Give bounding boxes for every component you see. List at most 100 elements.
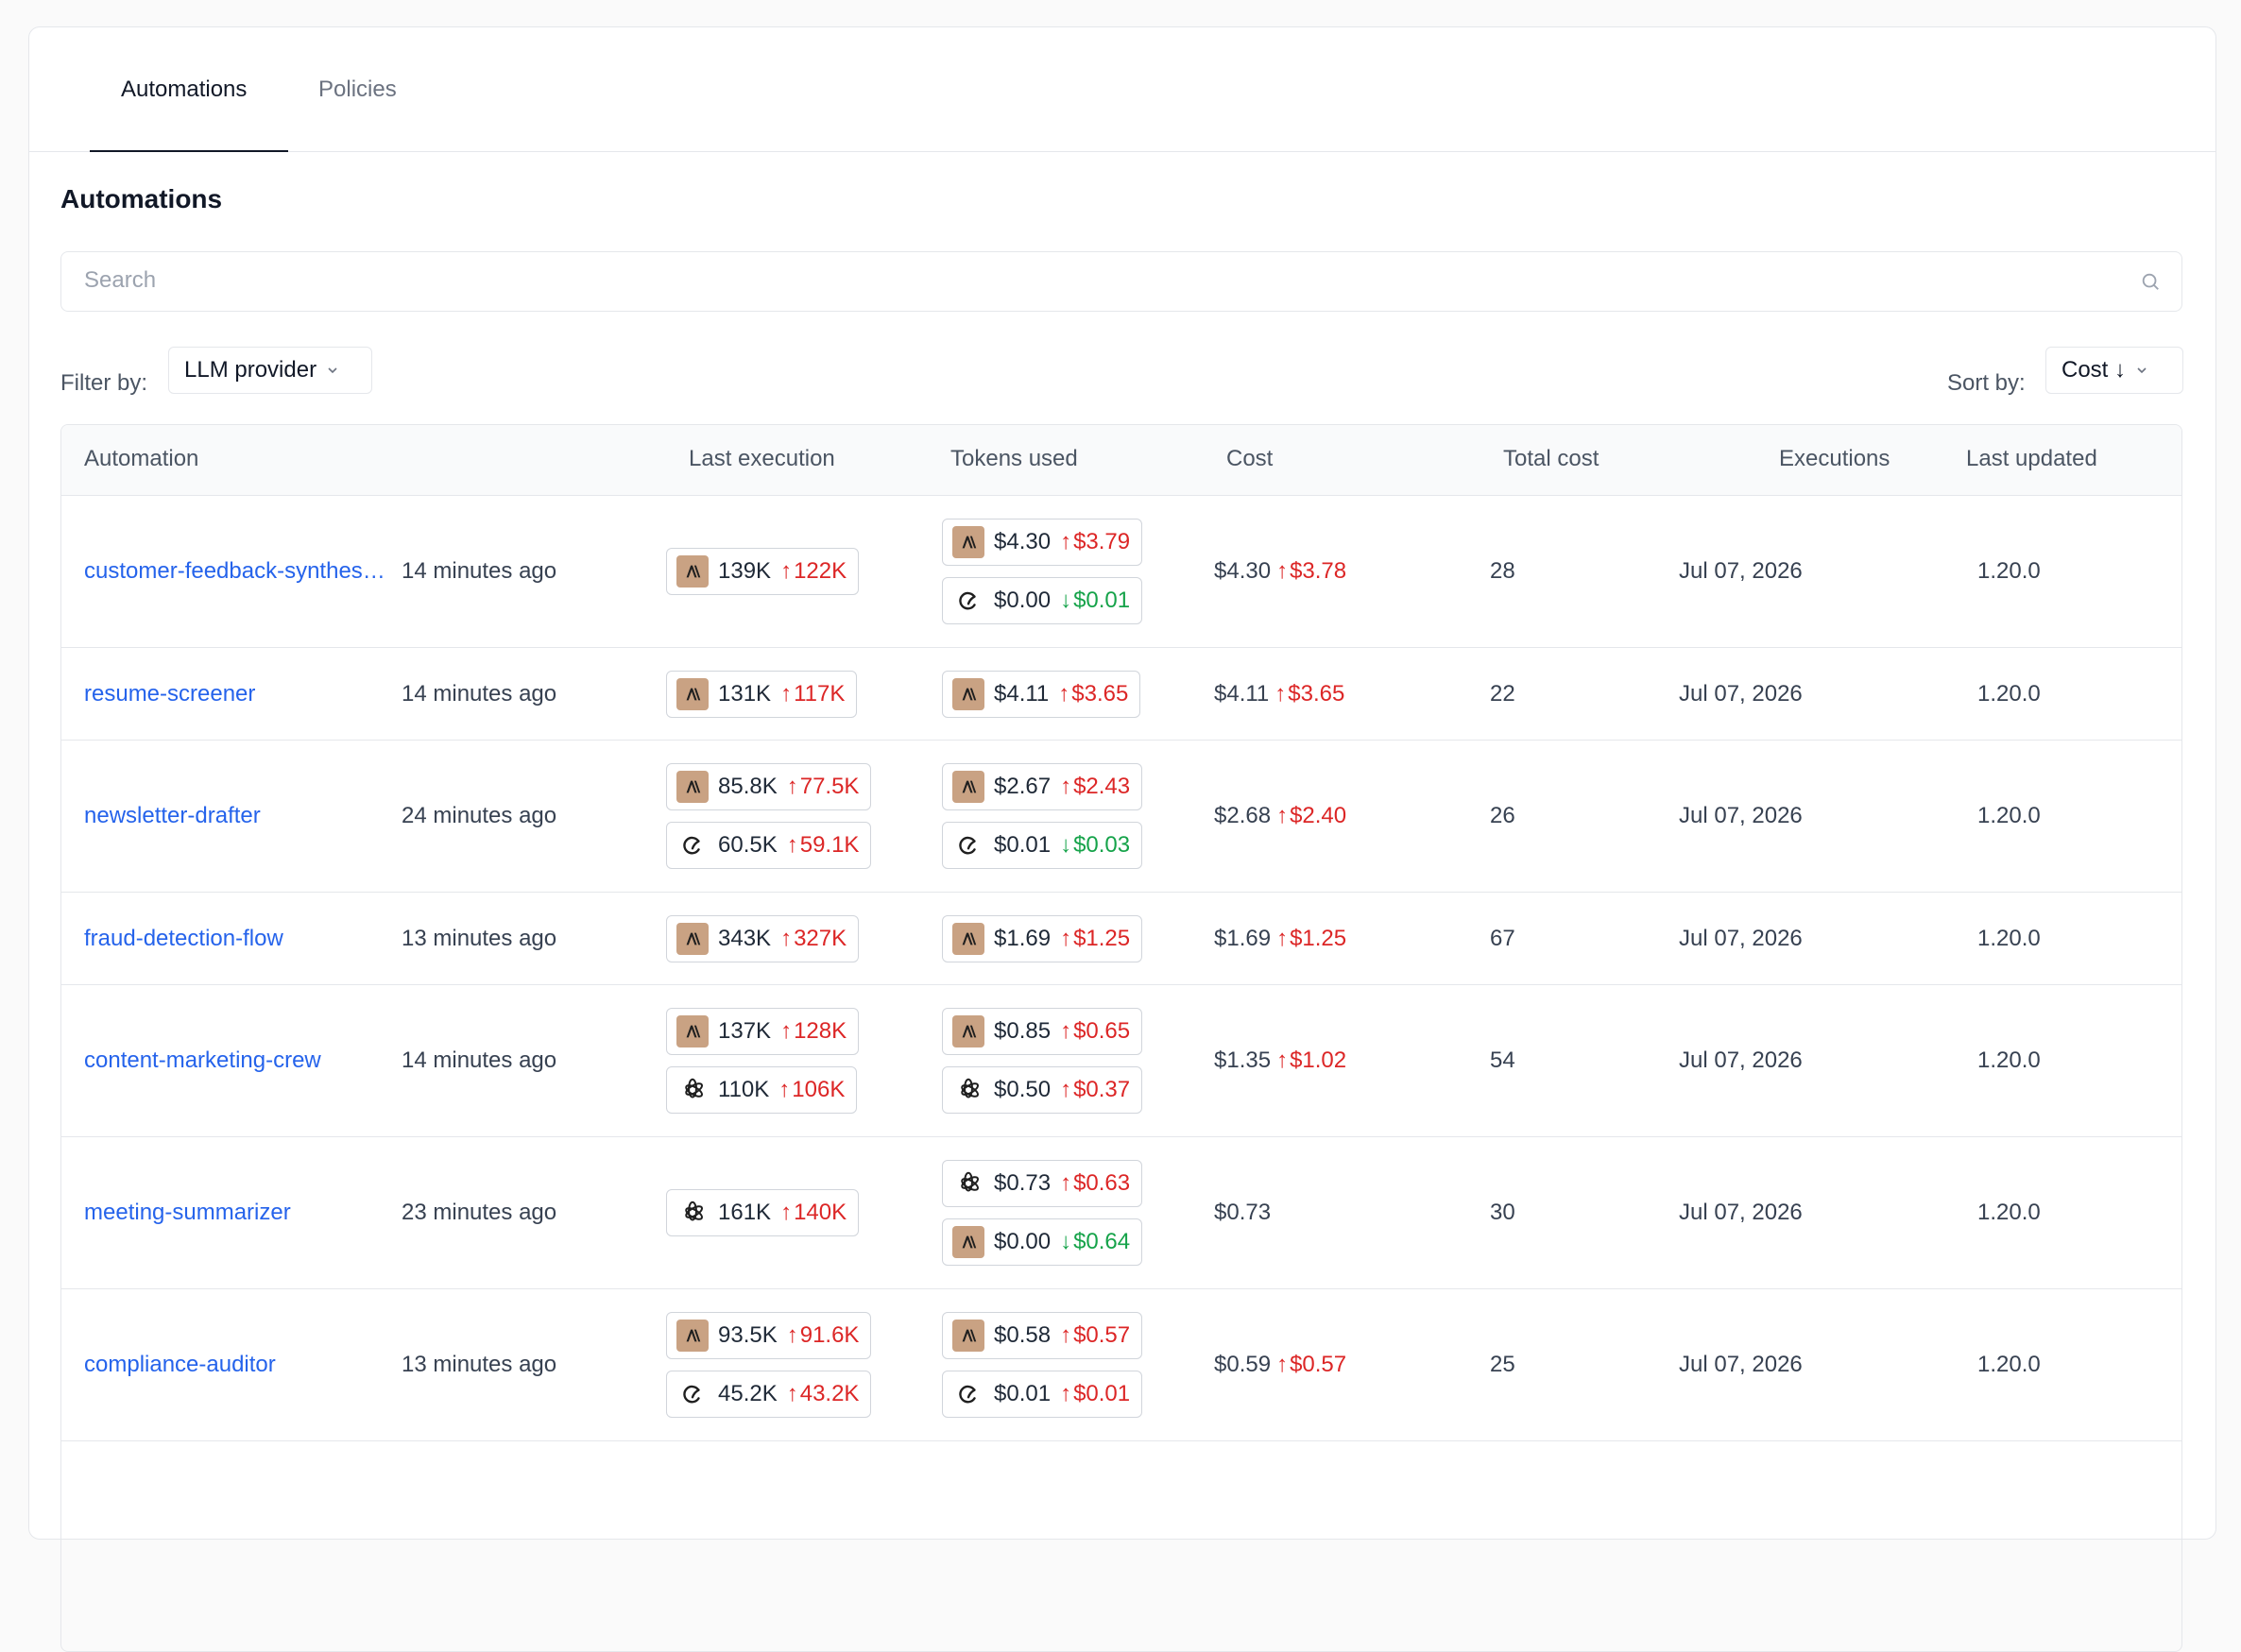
arrow-up-icon: ↑ [1276, 1352, 1289, 1377]
tokens-delta: ↑91.6K [786, 1322, 860, 1348]
cost-delta: ↑$0.57 [1060, 1322, 1131, 1348]
automation-link[interactable]: fraud-detection-flow [84, 926, 283, 952]
table-header: Automation Last execution Tokens used Co… [61, 425, 2181, 496]
table-body: customer-feedback-synthesizer 14 minutes… [61, 496, 2181, 1441]
cost-chip: $2.67 ↑$2.43 [942, 763, 1143, 810]
table-row[interactable]: newsletter-drafter 24 minutes ago 85.8K … [61, 741, 2181, 893]
tokens-delta: ↑327K [780, 925, 847, 951]
tokens-chip: 110K ↑106K [666, 1066, 858, 1114]
cost-value: $1.69 [994, 925, 1052, 951]
sort-value: Cost ↓ [2061, 357, 2127, 383]
tokens-chip: 161K ↑140K [666, 1189, 860, 1236]
table-row[interactable]: content-marketing-crew 14 minutes ago 13… [61, 985, 2181, 1137]
last-execution: 13 minutes ago [402, 925, 557, 951]
column-header-executions[interactable]: Executions [1779, 446, 1890, 472]
arrow-up-icon: ↑ [780, 925, 793, 951]
anthropic-icon [952, 1015, 984, 1047]
tab-automations[interactable]: Automations [90, 27, 288, 152]
column-header-tokens-used[interactable]: Tokens used [950, 446, 1078, 472]
sort-dropdown[interactable]: Cost ↓ [2045, 347, 2183, 394]
executions-count: 25 [1490, 1352, 1515, 1377]
total-cost-cell: $4.11 ↑$3.65 [1214, 648, 1344, 740]
cost-chip: $4.30 ↑$3.79 [942, 519, 1143, 566]
tokens-delta: ↑128K [780, 1018, 847, 1044]
arrow-up-icon: ↑ [1060, 1322, 1072, 1348]
arrow-down-icon: ↓ [1060, 1229, 1072, 1254]
anthropic-icon [952, 526, 984, 558]
executions-count: 22 [1490, 680, 1515, 707]
automation-link[interactable]: content-marketing-crew [84, 1047, 321, 1074]
column-header-last-execution[interactable]: Last execution [689, 446, 835, 472]
anthropic-icon [676, 1320, 709, 1352]
search-icon[interactable] [2140, 271, 2161, 292]
column-header-cost[interactable]: Cost [1226, 446, 1273, 472]
cost-delta: ↑$0.01 [1060, 1381, 1131, 1406]
tokens-chip: 60.5K ↑59.1K [666, 822, 872, 869]
cost-value: $4.11 [994, 680, 1050, 707]
cost-delta: ↑$1.25 [1060, 925, 1131, 951]
column-header-last-updated[interactable]: Last updated [1966, 446, 2097, 472]
automation-link[interactable]: resume-screener [84, 681, 255, 707]
anthropic-icon [952, 677, 984, 710]
cost-delta: ↑$2.40 [1276, 803, 1347, 828]
table-row[interactable]: fraud-detection-flow 13 minutes ago 343K… [61, 893, 2181, 985]
tokens-used-cell: 161K ↑140K [666, 1137, 860, 1288]
cost-cell: $4.30 ↑$3.79 $0.00 ↓$0.01 [942, 496, 1143, 647]
llm-provider-dropdown[interactable]: LLM provider [168, 347, 372, 394]
tokens-delta: ↑122K [780, 558, 847, 584]
custom-c-icon [676, 829, 709, 861]
last-updated-date: Jul 07, 2026 [1679, 925, 1803, 951]
openai-icon [952, 1074, 984, 1106]
version-label: 1.20.0 [1977, 925, 2041, 951]
total-cost-value: $4.11 [1214, 680, 1270, 707]
table-row[interactable]: compliance-auditor 13 minutes ago 93.5K … [61, 1289, 2181, 1441]
cost-delta: ↑$3.79 [1060, 529, 1131, 554]
tab-automations-label: Automations [121, 77, 248, 102]
executions-count: 28 [1490, 558, 1515, 584]
automation-link[interactable]: meeting-summarizer [84, 1200, 291, 1226]
arrow-up-icon: ↑ [1060, 925, 1072, 951]
tokens-chip: 343K ↑327K [666, 914, 860, 962]
tokens-value: 85.8K [718, 774, 778, 799]
cost-delta: ↑$0.63 [1060, 1170, 1131, 1196]
cost-cell: $0.73 ↑$0.63 $0.00 ↓$0.64 [942, 1137, 1143, 1288]
column-header-total-cost[interactable]: Total cost [1503, 446, 1599, 472]
executions-count: 30 [1490, 1200, 1515, 1225]
chevron-down-icon [328, 367, 337, 374]
arrow-up-icon: ↑ [780, 680, 793, 707]
table-row[interactable]: customer-feedback-synthesizer 14 minutes… [61, 496, 2181, 648]
last-updated-date: Jul 07, 2026 [1679, 558, 1803, 584]
arrow-up-icon: ↑ [786, 774, 798, 799]
tokens-used-cell: 93.5K ↑91.6K 45.2K ↑43.2K [666, 1289, 872, 1440]
version-label: 1.20.0 [1977, 1352, 2041, 1377]
total-cost-value: $1.69 [1214, 925, 1272, 951]
cost-delta: ↓$0.64 [1060, 1229, 1131, 1254]
tokens-value: 131K [718, 680, 772, 707]
cost-value: $0.01 [994, 1381, 1052, 1406]
arrow-up-icon: ↑ [1058, 680, 1070, 707]
cost-delta: ↑$1.25 [1276, 925, 1347, 951]
last-execution: 23 minutes ago [402, 1200, 557, 1225]
automation-link[interactable]: newsletter-drafter [84, 803, 261, 829]
cost-chip: $0.85 ↑$0.65 [942, 1008, 1143, 1055]
anthropic-icon [676, 1015, 709, 1047]
search-box [60, 251, 2182, 312]
arrow-up-icon: ↑ [1060, 1381, 1072, 1406]
filter-label: Filter by: [60, 370, 148, 396]
search-input[interactable] [61, 252, 2106, 309]
custom-c-icon [676, 1378, 709, 1410]
version-label: 1.20.0 [1977, 1200, 2041, 1225]
anthropic-icon [952, 771, 984, 803]
automation-link[interactable]: compliance-auditor [84, 1352, 276, 1378]
total-cost-cell: $1.35 ↑$1.02 [1214, 985, 1346, 1136]
cost-delta: ↑$0.57 [1276, 1352, 1347, 1377]
automation-link[interactable]: customer-feedback-synthesizer [84, 558, 390, 585]
tokens-delta: ↑140K [780, 1200, 847, 1225]
table-row[interactable]: resume-screener 14 minutes ago 131K ↑117… [61, 648, 2181, 741]
cost-delta: ↑$3.78 [1276, 558, 1347, 584]
tab-bar: Automations Policies [29, 27, 2215, 152]
tab-policies[interactable]: Policies [318, 27, 397, 151]
executions-count: 67 [1490, 925, 1515, 951]
table-row[interactable]: meeting-summarizer 23 minutes ago 161K ↑… [61, 1137, 2181, 1289]
column-header-automation[interactable]: Automation [84, 446, 198, 472]
